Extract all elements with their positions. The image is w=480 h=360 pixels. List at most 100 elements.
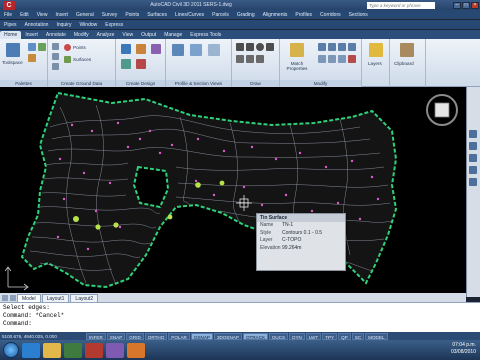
copy-icon[interactable] bbox=[328, 43, 336, 51]
corridor-icon[interactable] bbox=[121, 59, 131, 69]
points-button[interactable]: Points bbox=[73, 45, 86, 50]
erase-icon[interactable] bbox=[348, 55, 356, 63]
toggle-ducs[interactable]: DUCS bbox=[269, 332, 289, 340]
app-logo-icon[interactable]: C bbox=[3, 0, 15, 10]
survey-icon[interactable] bbox=[52, 53, 59, 60]
drawing-canvas[interactable] bbox=[0, 87, 466, 293]
arc-icon[interactable] bbox=[266, 43, 274, 51]
polyline-icon[interactable] bbox=[246, 43, 254, 51]
autocad-taskbar-icon[interactable] bbox=[85, 342, 103, 358]
toggle-tpy[interactable]: TPY bbox=[322, 332, 338, 340]
toggle-grid[interactable]: GRID bbox=[126, 332, 144, 340]
media-icon[interactable] bbox=[64, 342, 82, 358]
menu-file[interactable]: File bbox=[0, 12, 16, 18]
menu-survey[interactable]: Survey bbox=[98, 12, 122, 18]
panel-label-modify[interactable]: Modify bbox=[280, 80, 361, 87]
text-icon[interactable] bbox=[256, 55, 264, 63]
menu-surfaces[interactable]: Surfaces bbox=[143, 12, 171, 18]
toolspace-icon[interactable] bbox=[6, 43, 20, 57]
rotate-icon[interactable] bbox=[338, 43, 346, 51]
tab-analyze[interactable]: Analyze bbox=[93, 31, 119, 39]
points-icon[interactable] bbox=[64, 44, 71, 51]
menu-alignments[interactable]: Alignments bbox=[259, 12, 292, 18]
tab-layout2[interactable]: Layout2 bbox=[70, 293, 99, 302]
toggle-qp[interactable]: QP bbox=[338, 332, 351, 340]
clipboard-icon[interactable] bbox=[400, 43, 414, 57]
tab-output[interactable]: Output bbox=[137, 31, 160, 39]
toggle-3dosnap[interactable]: 3DOSNAP bbox=[213, 332, 242, 340]
command-prompt[interactable]: Command: bbox=[3, 320, 477, 328]
surfaces-icon[interactable] bbox=[64, 56, 71, 63]
import-icon[interactable] bbox=[52, 43, 59, 50]
mirror-icon[interactable] bbox=[348, 43, 356, 51]
menu-sections[interactable]: Sections bbox=[345, 12, 372, 18]
profile-icon[interactable] bbox=[151, 44, 161, 54]
match-properties-icon[interactable] bbox=[290, 43, 304, 57]
extend-icon[interactable] bbox=[328, 55, 336, 63]
toggle-lwt[interactable]: LWT bbox=[305, 332, 322, 340]
toggle-snap[interactable]: SNAP bbox=[106, 332, 126, 340]
maximize-button[interactable]: □ bbox=[462, 1, 470, 9]
panel-label-create-ground-data[interactable]: Create Ground Data bbox=[48, 80, 115, 87]
zoom-icon[interactable] bbox=[469, 154, 477, 162]
offset-icon[interactable] bbox=[338, 55, 346, 63]
panel-label-profile-section-views[interactable]: Profile & Section Views bbox=[166, 80, 231, 87]
tab-insert[interactable]: Insert bbox=[21, 31, 42, 39]
sample-lines-icon[interactable] bbox=[208, 44, 220, 56]
showmotion-icon[interactable] bbox=[469, 178, 477, 186]
menu-pipes[interactable]: Pipes bbox=[0, 22, 21, 28]
menu-annotation[interactable]: Annotation bbox=[21, 22, 53, 28]
layers-icon[interactable] bbox=[369, 43, 383, 57]
explorer-icon[interactable] bbox=[43, 342, 61, 358]
alignment-icon[interactable] bbox=[136, 44, 146, 54]
menu-window[interactable]: Window bbox=[75, 22, 101, 28]
orbit-icon[interactable] bbox=[469, 166, 477, 174]
panel-label-create-design[interactable]: Create Design bbox=[116, 80, 165, 87]
tab-model[interactable]: Model bbox=[17, 293, 41, 302]
system-clock[interactable]: 07:04 p.m. 03/08/2010 bbox=[451, 342, 476, 356]
tab-scroll-right-icon[interactable] bbox=[10, 294, 16, 301]
line-icon[interactable] bbox=[236, 43, 244, 51]
menu-corridors[interactable]: Corridors bbox=[316, 12, 345, 18]
toggle-model[interactable]: MODEL bbox=[365, 332, 388, 340]
minimize-button[interactable]: – bbox=[453, 1, 461, 9]
tab-modify[interactable]: Modify bbox=[70, 31, 93, 39]
clipboard-button[interactable]: Clipboard bbox=[394, 61, 414, 66]
figure-icon[interactable] bbox=[52, 63, 59, 70]
menu-profiles[interactable]: Profiles bbox=[291, 12, 316, 18]
panel-label-draw[interactable]: Draw bbox=[232, 80, 279, 87]
toggle-sc[interactable]: SC bbox=[351, 332, 365, 340]
toggle-infer[interactable]: INFER bbox=[86, 332, 106, 340]
layer-icon[interactable] bbox=[38, 43, 46, 51]
tab-home[interactable]: Home bbox=[0, 31, 22, 39]
circle-icon[interactable] bbox=[256, 43, 264, 51]
vertical-toolbar[interactable] bbox=[466, 87, 480, 297]
menu-parcels[interactable]: Parcels bbox=[208, 12, 233, 18]
menu-edit[interactable]: Edit bbox=[16, 12, 33, 18]
section-view-icon[interactable] bbox=[190, 44, 202, 56]
menu-inquiry[interactable]: Inquiry bbox=[52, 22, 75, 28]
menu-express[interactable]: Express bbox=[101, 22, 127, 28]
parcel-icon[interactable] bbox=[121, 44, 131, 54]
toggle-dyn[interactable]: DYN bbox=[289, 332, 305, 340]
layers-button[interactable]: Layers bbox=[368, 61, 382, 66]
search-input[interactable]: Type a keyword or phrase bbox=[367, 1, 435, 9]
app-icon[interactable] bbox=[127, 342, 145, 358]
design-center-icon[interactable] bbox=[28, 54, 36, 62]
tab-manage[interactable]: Manage bbox=[160, 31, 186, 39]
surfaces-button[interactable]: Surfaces bbox=[73, 57, 91, 62]
toolspace-button[interactable]: Toolspace bbox=[2, 60, 23, 65]
trim-icon[interactable] bbox=[318, 55, 326, 63]
properties-icon[interactable] bbox=[28, 43, 36, 51]
menu-insert[interactable]: Insert bbox=[51, 12, 72, 18]
toggle-osnap[interactable]: OSNAP bbox=[190, 332, 213, 340]
toggle-polar[interactable]: POLAR bbox=[168, 332, 190, 340]
rectangle-icon[interactable] bbox=[236, 55, 244, 63]
tab-annotate[interactable]: Annotate bbox=[42, 31, 70, 39]
tab-layout1[interactable]: Layout1 bbox=[41, 293, 70, 302]
menu-lines-curves[interactable]: Lines/Curves bbox=[171, 12, 208, 18]
start-button-icon[interactable] bbox=[3, 342, 19, 358]
toggle-ortho[interactable]: ORTHO bbox=[144, 332, 168, 340]
tab-express-tools[interactable]: Express Tools bbox=[186, 31, 225, 39]
ie-icon[interactable] bbox=[22, 342, 40, 358]
